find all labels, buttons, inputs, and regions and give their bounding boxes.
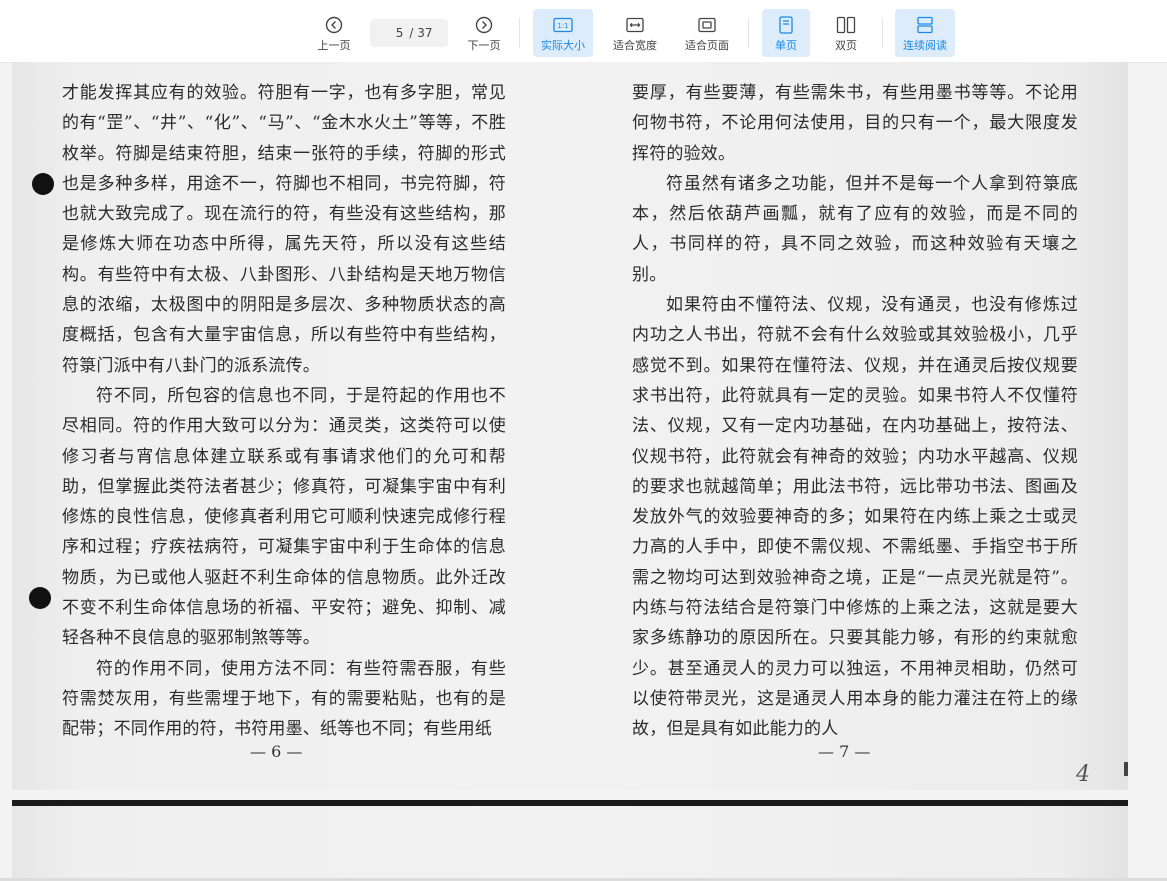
paragraph: 符的作用不同，使用方法不同：有些符需吞服，有些符需焚灰用，有些需埋于地下，有的需…	[62, 658, 506, 740]
toolbar-divider	[748, 18, 749, 48]
paragraph: 要厚，有些要薄，有些需朱书，有些用墨书等等。不论用何物书符，不论用何法使用，目的…	[632, 83, 1078, 164]
fit-page-icon	[698, 15, 716, 35]
handwritten-page-number: 4	[1076, 762, 1090, 787]
fit-width-icon	[626, 15, 644, 35]
right-page-text: 要厚，有些要薄，有些需朱书，有些用墨书等等。不论用何物书符，不论用何法使用，目的…	[632, 78, 1078, 745]
fit-width-button[interactable]: 适合宽度	[608, 9, 662, 57]
current-page-input[interactable]	[385, 26, 404, 40]
document-page: 才能发挥其应有的效验。符胆有一字，也有多字胆，常见的有“罡”、“井”、“化”、“…	[12, 62, 1128, 790]
right-page-number: — 7 —	[818, 742, 871, 761]
double-page-button[interactable]: 双页	[826, 9, 866, 57]
continuous-reading-icon	[916, 15, 934, 35]
continuous-reading-button[interactable]: 连续阅读	[895, 9, 955, 57]
chevron-right-circle-icon	[475, 15, 493, 35]
total-pages: / 37	[409, 26, 433, 40]
page-top-border	[12, 800, 1128, 806]
single-page-button[interactable]: 单页	[762, 9, 810, 57]
paragraph: 符虽然有诸多之功能，但并不是每一个人拿到符箓底本，然后依葫芦画瓢，就有了应有的效…	[632, 173, 1078, 285]
next-page-button[interactable]: 下一页	[462, 9, 506, 57]
chevron-left-circle-icon	[325, 15, 343, 35]
double-page-label: 双页	[835, 39, 857, 52]
actual-size-button[interactable]: 1:1 实际大小	[533, 9, 593, 57]
fit-page-button[interactable]: 适合页面	[680, 9, 734, 57]
toolbar-divider	[519, 18, 520, 48]
single-page-label: 单页	[775, 39, 797, 52]
svg-text:1:1: 1:1	[557, 22, 568, 30]
punch-hole	[29, 587, 51, 609]
continuous-reading-label: 连续阅读	[903, 39, 947, 52]
viewer-toolbar: 上一页 / 37 下一页 1:1 实际大小 适合宽度 适合页面 单页	[0, 0, 1167, 63]
prev-page-button[interactable]: 上一页	[312, 9, 356, 57]
actual-size-label: 实际大小	[541, 39, 585, 52]
page-indicator: / 37	[370, 19, 448, 47]
actual-size-icon: 1:1	[553, 15, 573, 35]
paragraph: 才能发挥其应有的效验。符胆有一字，也有多字胆，常见的有“罡”、“井”、“化”、“…	[62, 83, 506, 376]
next-document-page: ……………………	[12, 800, 1128, 881]
edge-mark	[1124, 762, 1128, 776]
paragraph: 如果符由不懂符法、仪规，没有通灵，也没有修炼过内功之人书出，符就不会有什么效验或…	[632, 295, 1078, 740]
double-page-icon	[836, 15, 856, 35]
left-page-text: 才能发挥其应有的效验。符胆有一字，也有多字胆，常见的有“罡”、“井”、“化”、“…	[62, 78, 506, 745]
prev-page-label: 上一页	[317, 39, 351, 52]
punch-hole	[32, 173, 54, 195]
paragraph: 符不同，所包容的信息也不同，于是符起的作用也不尽相同。符的作用大致可以分为：通灵…	[62, 385, 506, 649]
fit-width-label: 适合宽度	[613, 39, 657, 52]
left-page-number: — 6 —	[250, 742, 303, 761]
single-page-icon	[778, 15, 794, 35]
fit-page-label: 适合页面	[685, 39, 729, 52]
next-page-label: 下一页	[467, 39, 501, 52]
toolbar-divider	[882, 18, 883, 48]
